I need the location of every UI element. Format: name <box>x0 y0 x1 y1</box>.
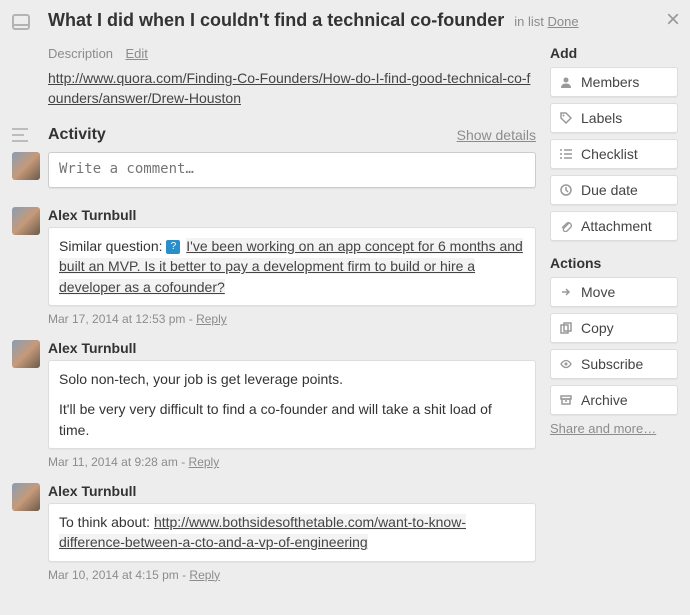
reply-link[interactable]: Reply <box>196 312 227 326</box>
link-badge-icon: ? <box>166 240 180 254</box>
sidebar-add-heading: Add <box>550 45 678 61</box>
reply-link[interactable]: Reply <box>189 568 220 582</box>
copy-button[interactable]: Copy <box>550 313 678 343</box>
checklist-button[interactable]: Checklist <box>550 139 678 169</box>
sidebar: Add Members Labels Checklist Due date At… <box>550 45 678 596</box>
avatar[interactable] <box>12 340 40 368</box>
tag-icon <box>559 112 573 124</box>
description-label: Description <box>48 46 113 61</box>
comment-body: Similar question: ? I've been working on… <box>48 227 536 306</box>
eye-icon <box>559 358 573 370</box>
archive-icon <box>559 394 573 406</box>
share-more-link[interactable]: Share and more… <box>550 421 678 436</box>
subscribe-button[interactable]: Subscribe <box>550 349 678 379</box>
avatar[interactable] <box>12 152 40 180</box>
comment: Alex Turnbull To think about: http://www… <box>12 483 536 582</box>
comment-timestamp: Mar 17, 2014 at 12:53 pm <box>48 312 185 326</box>
activity-icon <box>12 127 48 143</box>
card-detail: × What I did when I couldn't find a tech… <box>0 0 690 615</box>
activity-heading: Activity <box>48 126 457 144</box>
button-label: Subscribe <box>581 356 643 372</box>
comment-author[interactable]: Alex Turnbull <box>48 207 536 223</box>
comment-author[interactable]: Alex Turnbull <box>48 483 536 499</box>
attachment-icon <box>559 220 573 232</box>
card-icon <box>12 14 30 30</box>
button-label: Due date <box>581 182 638 198</box>
description-link[interactable]: http://www.quora.com/Finding-Co-Founders… <box>48 69 536 108</box>
comment-text: It'll be very very difficult to find a c… <box>59 399 525 440</box>
card-title[interactable]: What I did when I couldn't find a techni… <box>48 10 504 31</box>
clock-icon <box>559 184 573 196</box>
edit-description-link[interactable]: Edit <box>125 46 147 61</box>
description-block: Description Edit http://www.quora.com/Fi… <box>48 45 536 108</box>
comment: Alex Turnbull Solo non-tech, your job is… <box>12 340 536 469</box>
button-label: Archive <box>581 392 628 408</box>
avatar[interactable] <box>12 207 40 235</box>
comment-timestamp: Mar 10, 2014 at 4:15 pm <box>48 568 179 582</box>
labels-button[interactable]: Labels <box>550 103 678 133</box>
comment-body: Solo non-tech, your job is get leverage … <box>48 360 536 449</box>
archive-button[interactable]: Archive <box>550 385 678 415</box>
members-button[interactable]: Members <box>550 67 678 97</box>
attachment-button[interactable]: Attachment <box>550 211 678 241</box>
button-label: Move <box>581 284 615 300</box>
reply-link[interactable]: Reply <box>189 455 220 469</box>
avatar[interactable] <box>12 483 40 511</box>
comment-body: To think about: http://www.bothsidesofth… <box>48 503 536 562</box>
user-icon <box>559 76 573 88</box>
move-button[interactable]: Move <box>550 277 678 307</box>
list-link[interactable]: Done <box>548 14 579 29</box>
due-date-button[interactable]: Due date <box>550 175 678 205</box>
show-details-link[interactable]: Show details <box>457 127 536 143</box>
arrow-right-icon <box>559 286 573 298</box>
copy-icon <box>559 322 573 334</box>
close-icon[interactable]: × <box>666 6 680 34</box>
sidebar-actions-heading: Actions <box>550 255 678 271</box>
button-label: Checklist <box>581 146 638 162</box>
button-label: Attachment <box>581 218 652 234</box>
comment: Alex Turnbull Similar question: ? I've b… <box>12 207 536 326</box>
main-column: Description Edit http://www.quora.com/Fi… <box>12 45 536 596</box>
checklist-icon <box>559 148 573 160</box>
comment-text: Solo non-tech, your job is get leverage … <box>59 369 525 389</box>
button-label: Labels <box>581 110 622 126</box>
comment-author[interactable]: Alex Turnbull <box>48 340 536 356</box>
comment-input[interactable] <box>48 152 536 188</box>
button-label: Copy <box>581 320 614 336</box>
button-label: Members <box>581 74 639 90</box>
comment-timestamp: Mar 11, 2014 at 9:28 am <box>48 455 178 469</box>
breadcrumb: in list Done <box>514 14 578 29</box>
new-comment-row <box>12 152 536 193</box>
comment-text: To think about: <box>59 514 154 530</box>
comment-text: Similar question: <box>59 238 166 254</box>
